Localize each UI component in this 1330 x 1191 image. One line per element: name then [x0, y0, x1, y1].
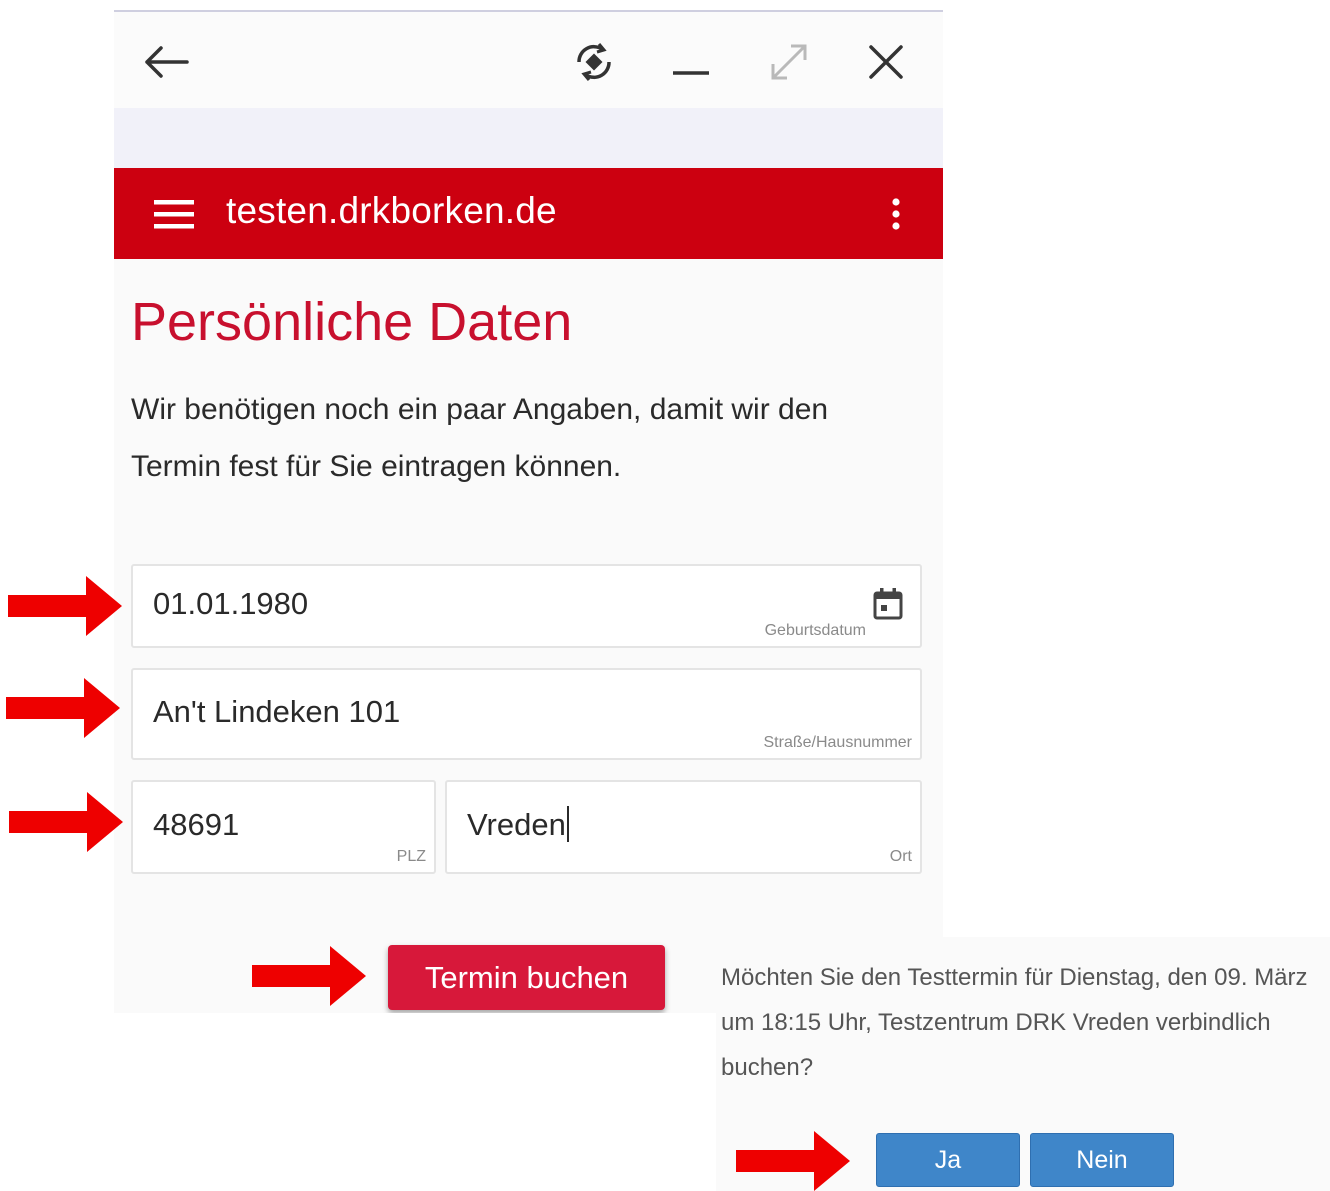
browser-window: testen.drkborken.de Persönliche Daten Wi…	[114, 10, 943, 1013]
arrow-right-icon	[8, 576, 122, 636]
arrow-left-icon[interactable]	[140, 36, 192, 88]
book-appointment-button[interactable]: Termin buchen	[388, 945, 665, 1010]
arrow-right-icon	[9, 792, 123, 852]
address-strip	[114, 108, 943, 168]
window-title-bar	[114, 10, 943, 108]
hamburger-menu-icon[interactable]	[152, 194, 196, 234]
text-cursor	[566, 805, 569, 842]
arrow-right-icon	[736, 1131, 850, 1191]
screen-rotate-icon[interactable]	[568, 36, 620, 88]
birthdate-field[interactable]: 01.01.1980 Geburtsdatum	[131, 564, 922, 648]
zip-field[interactable]: 48691 PLZ	[131, 780, 436, 874]
street-value[interactable]: An't Lindeken 101	[153, 694, 400, 730]
birthdate-label: Geburtsdatum	[764, 622, 866, 639]
zip-label: PLZ	[396, 848, 426, 865]
calendar-icon[interactable]	[870, 586, 906, 622]
city-value[interactable]: Vreden	[467, 807, 566, 842]
birthdate-value[interactable]: 01.01.1980	[153, 586, 308, 622]
arrow-right-icon	[252, 946, 366, 1006]
site-url[interactable]: testen.drkborken.de	[226, 190, 557, 232]
page-title: Persönliche Daten	[131, 292, 573, 352]
arrow-right-icon	[6, 678, 120, 738]
app-bar: testen.drkborken.de	[114, 168, 943, 259]
expand-icon[interactable]	[763, 36, 815, 88]
more-vertical-icon[interactable]	[880, 192, 912, 236]
no-button[interactable]: Nein	[1030, 1133, 1174, 1187]
city-field[interactable]: Vreden Ort	[445, 780, 922, 874]
close-icon[interactable]	[860, 36, 912, 88]
yes-button[interactable]: Ja	[876, 1133, 1020, 1187]
page-content: Persönliche Daten Wir benötigen noch ein…	[114, 259, 943, 1013]
minimize-icon[interactable]	[665, 36, 717, 88]
city-label: Ort	[889, 848, 912, 865]
intro-text: Wir benötigen noch ein paar Angaben, dam…	[131, 393, 829, 483]
street-field[interactable]: An't Lindeken 101 Straße/Hausnummer	[131, 668, 922, 760]
street-label: Straße/Hausnummer	[763, 734, 913, 751]
dialog-message: Möchten Sie den Testtermin für Dienstag,…	[721, 964, 1308, 1081]
zip-value[interactable]: 48691	[153, 807, 239, 843]
